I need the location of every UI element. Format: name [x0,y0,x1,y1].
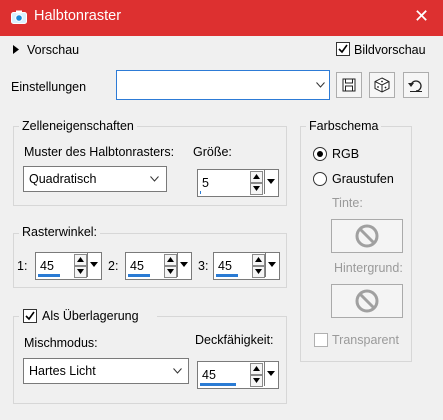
background-label: Hintergrund: [334,261,403,275]
opacity-spinner[interactable]: 45 [197,361,279,389]
size-slider-dropdown[interactable] [264,170,277,194]
spin-up-button[interactable] [164,254,177,266]
pattern-dropdown[interactable]: Quadratisch [23,166,167,192]
channel-1-value: 45 [40,259,54,273]
opacity-label: Deckfähigkeit: [195,333,274,347]
overlay-checkbox[interactable] [23,309,37,323]
opacity-slider-dropdown[interactable] [264,362,277,386]
blend-mode-value: Hartes Licht [29,364,96,378]
channel-2-label: 2: [108,259,119,273]
rgb-radio[interactable] [313,147,327,161]
background-color-swatch[interactable] [331,284,403,318]
channel-3-spinner[interactable]: 45 [213,252,280,280]
arrow-down-icon [167,269,174,274]
triangle-down-icon [267,179,275,184]
spin-up-button[interactable] [250,171,263,183]
channel-3-value: 45 [218,259,232,273]
pattern-label: Muster des Halbtonrasters: [24,145,175,159]
reset-button[interactable] [403,72,429,98]
settings-label: Einstellungen [11,80,87,94]
blend-mode-label: Mischmodus: [24,336,98,350]
channel-1-slider-dropdown[interactable] [87,253,100,277]
blend-mode-dropdown[interactable]: Hartes Licht [23,358,189,384]
triangle-down-icon [180,262,188,267]
triangle-down-icon [90,262,98,267]
arrow-down-icon [253,378,260,383]
arrow-up-icon [253,366,260,371]
spin-up-button[interactable] [74,254,87,266]
spin-up-button[interactable] [250,363,263,375]
rgb-label[interactable]: RGB [332,147,359,161]
spin-down-button[interactable] [250,375,263,387]
channel-2-slider-indicator [128,274,150,277]
disabled-icon [355,289,379,313]
bildvorschau-checkbox[interactable] [336,42,350,56]
window-title: Halbtonraster [34,8,122,24]
arrow-up-icon [77,257,84,262]
opacity-value: 45 [202,368,216,382]
triangle-down-icon [268,262,276,267]
ink-label: Tinte: [332,196,363,210]
arrow-down-icon [255,269,262,274]
spin-down-button[interactable] [74,266,87,278]
grayscale-label[interactable]: Graustufen [332,172,394,186]
ink-color-swatch[interactable] [331,219,403,253]
disabled-icon [355,224,379,248]
overlay-label[interactable]: Als Überlagerung [42,309,139,323]
spin-down-button[interactable] [164,266,177,278]
size-spinner[interactable]: 5 [197,169,279,197]
grayscale-radio[interactable] [313,172,327,186]
arrow-up-icon [255,257,262,262]
channel-3-label: 3: [198,259,209,273]
spin-down-button[interactable] [252,266,265,278]
save-icon [342,78,356,92]
arrow-up-icon [167,257,174,262]
size-label: Größe: [193,145,232,159]
preview-toggle[interactable]: Vorschau [27,43,79,57]
channel-1-slider-indicator [38,274,60,277]
reset-icon [408,80,422,92]
chevron-down-icon [150,176,159,182]
randomize-dice-icon [374,77,390,93]
checkmark-icon [338,44,348,54]
pattern-value: Quadratisch [29,172,97,186]
randomize-button[interactable] [369,72,395,98]
opacity-slider-indicator [200,383,236,386]
channel-3-slider-dropdown[interactable] [265,253,278,277]
settings-combobox[interactable] [116,70,330,100]
cell-properties-legend: Zelleneigenschaften [19,119,137,133]
channel-2-slider-dropdown[interactable] [177,253,190,277]
color-scheme-legend: Farbschema [306,119,382,133]
arrow-down-icon [253,186,260,191]
save-settings-button[interactable] [336,72,362,98]
arrow-up-icon [253,174,260,179]
close-icon[interactable]: ✕ [414,6,429,26]
triangle-down-icon [267,371,275,376]
raster-angle-legend: Rasterwinkel: [19,225,101,239]
channel-3-slider-indicator [216,274,238,277]
size-value: 5 [202,176,209,190]
channel-2-value: 45 [130,259,144,273]
transparent-label[interactable]: Transparent [332,333,399,347]
channel-1-spinner[interactable]: 45 [35,252,102,280]
transparent-checkbox[interactable] [314,333,328,347]
spin-down-button[interactable] [250,183,263,195]
spin-up-button[interactable] [252,254,265,266]
chevron-down-icon [173,368,182,374]
chevron-down-icon [316,82,325,88]
size-slider-indicator [200,191,201,194]
channel-1-label: 1: [17,259,28,273]
channel-2-spinner[interactable]: 45 [125,252,192,280]
arrow-down-icon [77,269,84,274]
camera-icon [11,10,27,24]
radio-dot [317,151,323,157]
expand-arrow-icon[interactable] [13,45,19,54]
checkmark-icon [25,311,35,321]
bildvorschau-label[interactable]: Bildvorschau [354,43,426,57]
